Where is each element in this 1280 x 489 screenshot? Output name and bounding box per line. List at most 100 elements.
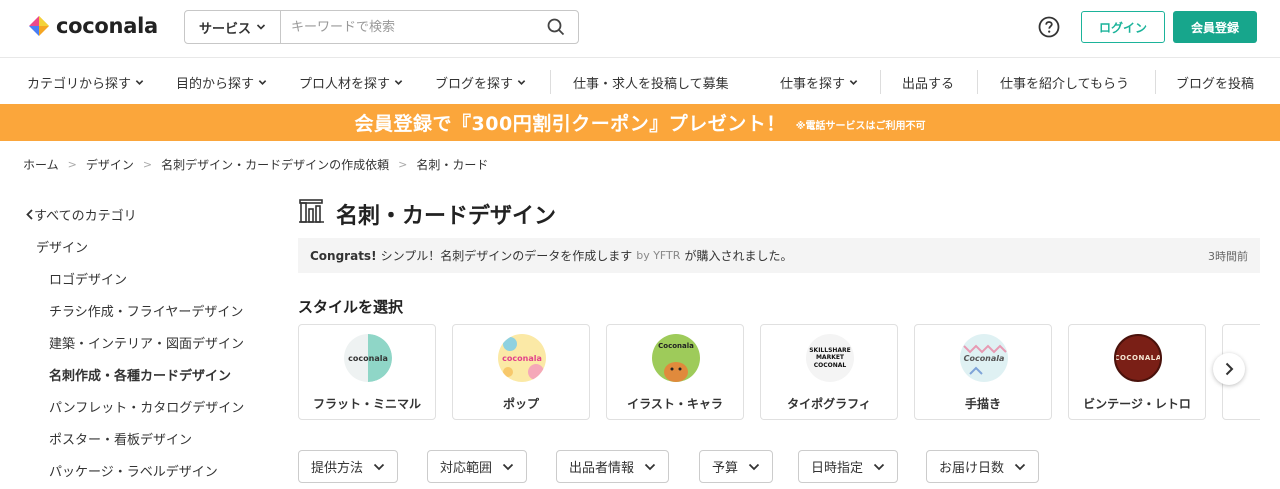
style-thumb-flat: coconala [344, 334, 392, 382]
chevron-down-icon [748, 463, 760, 470]
search-icon [547, 18, 565, 36]
breadcrumb-item[interactable]: 名刺デザイン・カードデザインの作成依頼 [161, 156, 389, 173]
banner-note-text: ※電話サービスはご利用不可 [795, 121, 926, 132]
style-thumb-text: Coconala [658, 342, 694, 350]
nav-item-post-job[interactable]: 仕事・求人を投稿して募集 [573, 73, 729, 92]
chevron-down-icon [1014, 463, 1026, 470]
nav-item-pro[interactable]: プロ人材を探す [299, 73, 403, 92]
style-thumb-text: SKILLSHARE MARKET COCONAL [809, 347, 851, 369]
search-input[interactable] [281, 11, 534, 43]
style-carousel: coconala フラット・ミニマル coconala ポップ Coconala… [298, 324, 1260, 421]
breadcrumb-item[interactable]: デザイン [86, 156, 134, 173]
filter-budget[interactable]: 予算 [699, 450, 774, 483]
nav-item-category[interactable]: カテゴリから探す [27, 73, 144, 92]
nav-item-label: 目的から探す [176, 77, 255, 92]
logo[interactable]: coconala [27, 12, 158, 40]
nav-item-introduce[interactable]: 仕事を紹介してもらう [1000, 73, 1129, 92]
filter-label: 出品者情報 [569, 461, 635, 476]
question-circle-icon[interactable] [1038, 16, 1060, 38]
nav-item-label: プロ人材を探す [299, 77, 391, 92]
sidebar-item-pamphlet[interactable]: パンフレット・カタログデザイン [49, 397, 244, 416]
sidebar-item-flyer[interactable]: チラシ作成・フライヤーデザイン [49, 301, 243, 320]
main-nav: カテゴリから探す 目的から探す プロ人材を探す ブログを探す 仕事・求人を投稿し… [0, 57, 1280, 104]
search-category-label: サービス [198, 21, 251, 37]
congrats-time: 3時間前 [1208, 249, 1248, 263]
style-thumb-vintage: COCONALA [1114, 334, 1162, 382]
style-card-label: イラスト・キャラ [627, 397, 723, 411]
sidebar-item-poster[interactable]: ポスター・看板デザイン [49, 429, 192, 448]
filter-delivery-method[interactable]: 提供方法 [298, 450, 399, 483]
style-card-vintage[interactable]: COCONALA ビンテージ・レトロ [1068, 324, 1206, 420]
chevron-down-icon [135, 80, 144, 85]
filter-label: お届け日数 [939, 461, 1005, 476]
breadcrumb-item[interactable]: ホーム [23, 156, 59, 173]
sidebar-item-logo[interactable]: ロゴデザイン [49, 269, 127, 288]
chevron-right-icon: > [142, 158, 153, 171]
sidebar-item-package[interactable]: パッケージ・ラベルデザイン [49, 461, 218, 480]
nav-divider [880, 70, 881, 94]
sidebar-parent-design[interactable]: デザイン [36, 237, 88, 256]
style-thumb-text: COCONALA [1114, 354, 1162, 362]
style-card-label: ビンテージ・レトロ [1083, 397, 1191, 411]
filter-delivery-days[interactable]: お届け日数 [926, 450, 1040, 483]
style-thumb-text: coconala [502, 353, 542, 363]
congrats-text: シンプル！名刺デザインのデータを作成します [380, 249, 633, 263]
search-category-select[interactable]: サービス [185, 11, 281, 43]
style-card-pop[interactable]: coconala ポップ [452, 324, 590, 420]
style-thumb-illust: Coconala [652, 334, 700, 382]
style-thumb-typography: SKILLSHARE MARKET COCONAL [806, 334, 854, 382]
chevron-down-icon [517, 80, 526, 85]
carousel-next-button[interactable] [1213, 353, 1245, 385]
filter-label: 対応範囲 [440, 461, 493, 476]
sidebar-item-business-card[interactable]: 名刺作成・各種カードデザイン [49, 365, 231, 384]
filter-seller-info[interactable]: 出品者情報 [556, 450, 670, 483]
signup-button[interactable]: 会員登録 [1173, 11, 1257, 43]
sidebar-back-all-categories[interactable]: すべてのカテゴリ [25, 205, 137, 224]
chevron-down-icon [644, 463, 656, 470]
filter-schedule[interactable]: 日時指定 [798, 450, 899, 483]
sidebar-item-architecture[interactable]: 建築・インテリア・図面デザイン [49, 333, 244, 352]
chevron-down-icon [394, 80, 403, 85]
nav-item-label: 仕事を探す [780, 77, 846, 92]
style-card-flat[interactable]: coconala フラット・ミニマル [298, 324, 436, 420]
congrats-suffix: が購入されました。 [684, 249, 793, 263]
chevron-down-icon [502, 463, 514, 470]
nav-divider [550, 70, 551, 94]
logo-text: coconala [56, 14, 158, 38]
style-card-label: 手描き [964, 397, 1001, 411]
congrats-by: by YFTR [636, 249, 681, 262]
filter-label: 予算 [712, 461, 739, 476]
promo-banner[interactable]: 会員登録で『300円割引クーポン』プレゼント！ ※電話サービスはご利用不可 [0, 104, 1280, 141]
nav-item-label: ブログを探す [435, 77, 514, 92]
chevron-down-icon [256, 24, 266, 30]
purchase-notice[interactable]: Congrats! シンプル！名刺デザインのデータを作成します by YFTR … [298, 238, 1260, 273]
login-button[interactable]: ログイン [1081, 11, 1165, 43]
coconala-logo-icon [29, 16, 49, 36]
style-card-handdrawn[interactable]: Coconala 手描き [914, 324, 1052, 420]
style-card-typography[interactable]: SKILLSHARE MARKET COCONAL タイポグラフィ [760, 324, 898, 420]
nav-item-purpose[interactable]: 目的から探す [176, 73, 267, 92]
chevron-down-icon [258, 80, 267, 85]
search-button[interactable] [534, 11, 578, 43]
nav-item-sell[interactable]: 出品する [902, 73, 954, 92]
nav-item-post-blog[interactable]: ブログを投稿 [1176, 73, 1254, 92]
business-card-icon [299, 199, 324, 223]
nav-item-label: カテゴリから探す [27, 77, 132, 92]
style-card-label: ポップ [502, 397, 539, 411]
sidebar-back-label: すべてのカテゴリ [34, 209, 137, 224]
style-thumb-handdrawn: Coconala [960, 334, 1008, 382]
style-card-label: フラット・ミニマル [312, 397, 421, 411]
header: coconala サービス ログイン 会員登録 [0, 0, 1280, 56]
filter-label: 日時指定 [811, 461, 864, 476]
style-card-illust[interactable]: Coconala イラスト・キャラ [606, 324, 744, 420]
chevron-right-icon [1225, 362, 1234, 376]
page-title: 名刺・カードデザイン [336, 204, 557, 229]
filter-scope[interactable]: 対応範囲 [427, 450, 528, 483]
style-card-label: 水彩 [1223, 395, 1260, 412]
banner-main-text: 会員登録で『300円割引クーポン』プレゼント！ [354, 113, 786, 135]
nav-item-blog[interactable]: ブログを探す [435, 73, 526, 92]
search-bar: サービス [184, 10, 579, 44]
nav-item-find-job[interactable]: 仕事を探す [780, 73, 858, 92]
style-heading: スタイルを選択 [298, 298, 404, 316]
chevron-down-icon [849, 80, 858, 85]
